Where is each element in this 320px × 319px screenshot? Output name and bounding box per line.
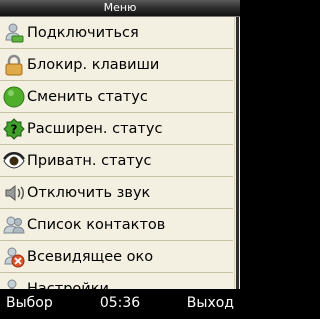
menu-item-private-status[interactable]: Приватн. статус [0,145,233,177]
menu-item-label: Расширен. статус [27,120,163,137]
scrollbar[interactable] [234,17,240,289]
menu-item-extended-status[interactable]: ? Расширен. статус [0,113,233,145]
menu-list: Подключиться Блокир. клавиши Сменить ста… [0,17,240,289]
menu-item-label: Всевидящее око [27,248,154,265]
extended-status-icon: ? [3,117,25,140]
menu-item-label: Список контактов [27,216,166,233]
menu-item-label: Приватн. статус [27,152,152,169]
exit-softkey[interactable]: Выход [187,295,234,311]
eye-icon [3,150,25,172]
menu-item-lock-keys[interactable]: Блокир. клавиши [0,49,233,81]
menu-item-settings[interactable]: Настройки [0,273,233,289]
svg-text:?: ? [11,122,18,136]
user-connect-icon [3,22,25,44]
green-status-icon [3,86,25,108]
speaker-icon [3,182,25,204]
menu-item-contact-list[interactable]: Список контактов [0,209,233,241]
menu-item-change-status[interactable]: Сменить статус [0,81,233,113]
softkey-bar: Выбор 05:36 Выход [0,289,240,319]
menu-item-label: Блокир. клавиши [27,56,160,73]
menu-item-label: Отключить звук [27,184,151,201]
menu-item-label: Настройки [27,280,109,290]
menu-item-label: Сменить статус [27,88,148,105]
lock-icon [3,54,25,76]
settings-icon [3,278,25,289]
scrollbar-thumb[interactable] [236,17,239,289]
all-seeing-eye-icon [3,246,25,268]
menu-item-mute[interactable]: Отключить звук [0,177,233,209]
menu-item-connect[interactable]: Подключиться [0,17,233,49]
menu-item-label: Подключиться [27,24,139,41]
window-title: Меню [0,0,240,17]
menu-item-all-seeing-eye[interactable]: Всевидящее око [0,241,233,273]
contacts-icon [3,214,25,236]
